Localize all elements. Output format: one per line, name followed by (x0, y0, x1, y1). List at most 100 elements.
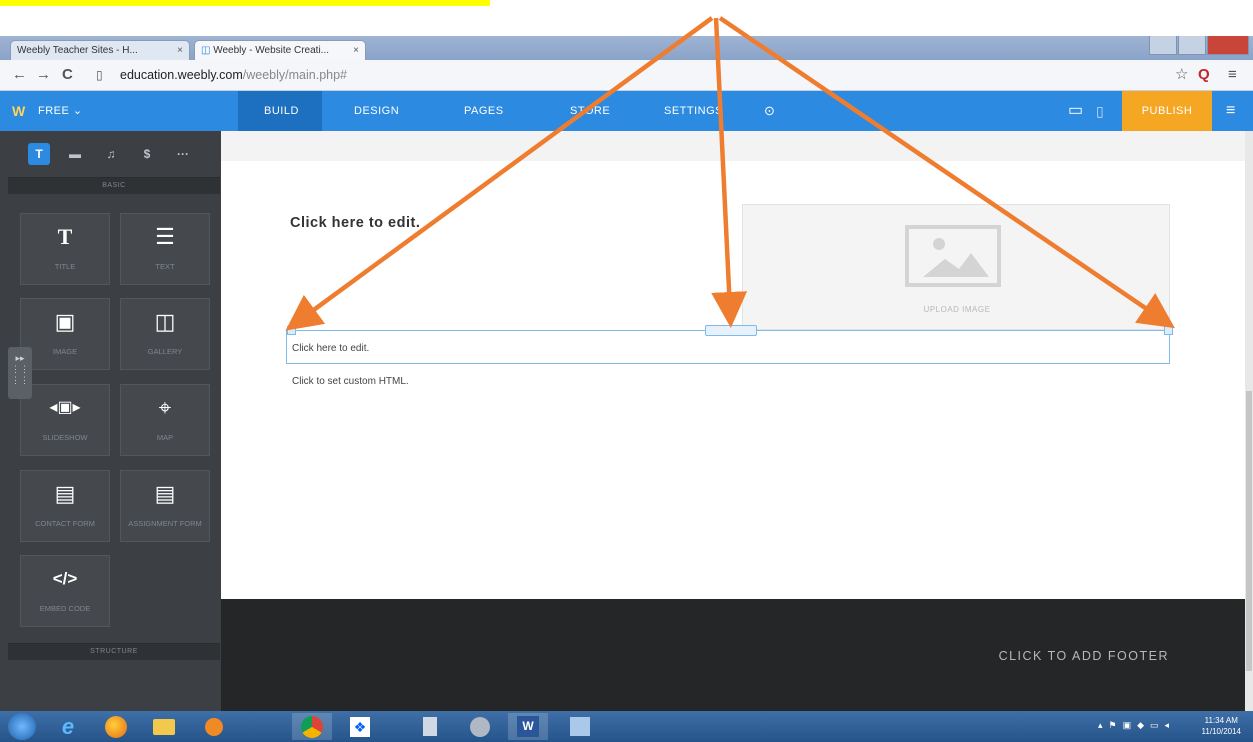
word-icon[interactable]: W (508, 713, 548, 740)
dropbox-icon[interactable]: ❖ (340, 713, 380, 740)
text-icon: ☰ (155, 224, 175, 249)
form-icon: ▤ (154, 481, 176, 506)
browser-tab-2[interactable]: ◫ Weebly - Website Creati... × (194, 40, 366, 60)
element-gallery[interactable]: ◫ GALLERY (120, 298, 210, 370)
extension-icon[interactable]: Q (1198, 64, 1210, 86)
element-label: EMBED CODE (39, 604, 91, 613)
custom-html-block[interactable]: Click to set custom HTML. (292, 376, 409, 387)
basic-section-header: BASIC (8, 177, 220, 194)
chrome-icon[interactable] (292, 713, 332, 740)
element-embed-code[interactable]: </> EMBED CODE (20, 555, 110, 627)
element-label: IMAGE (52, 347, 78, 356)
annotation-highlight (0, 0, 490, 6)
element-label: TITLE (54, 262, 76, 271)
drag-handle-icon[interactable] (287, 326, 296, 335)
image-placeholder[interactable]: UPLOAD IMAGE (742, 204, 1170, 330)
element-title[interactable]: T TITLE (20, 213, 110, 285)
code-icon: </> (52, 569, 78, 588)
close-icon[interactable]: × (353, 41, 359, 60)
editable-text[interactable]: Click here to edit. (292, 343, 369, 354)
element-label: ASSIGNMENT FORM (128, 519, 202, 528)
element-map[interactable]: ⌖ MAP (120, 384, 210, 456)
paint-icon[interactable] (460, 713, 500, 740)
tab-settings[interactable]: SETTINGS (664, 91, 723, 131)
scrollbar-thumb[interactable] (1246, 391, 1252, 671)
hamburger-menu-icon[interactable]: ≡ (1226, 91, 1236, 131)
gallery-icon: ◫ (154, 309, 176, 334)
publish-button[interactable]: PUBLISH (1122, 91, 1212, 131)
sidebar-tab-music-icon[interactable]: ♫ (100, 143, 122, 165)
desktop-view-icon[interactable]: ▭ (1068, 91, 1084, 131)
image-icon: ▣ (54, 309, 76, 334)
system-clock[interactable]: 11:34 AM 11/10/2014 (1202, 715, 1241, 737)
firefox-icon[interactable] (96, 713, 136, 740)
url-input[interactable]: education.weebly.com/weebly/main.php# (120, 64, 1160, 86)
forward-icon[interactable]: → (36, 64, 51, 86)
plan-dropdown[interactable]: FREE ⌄ (38, 91, 83, 131)
window-close-button[interactable] (1207, 36, 1249, 55)
menu-icon[interactable]: ≡ (1228, 64, 1237, 86)
sidebar-tab-media-icon[interactable]: ▬ (64, 143, 86, 165)
maximize-button[interactable] (1178, 36, 1206, 55)
document-icon[interactable] (410, 713, 450, 740)
element-slideshow[interactable]: ◂▣▸ SLIDESHOW (20, 384, 110, 456)
mobile-view-icon[interactable]: ▯ (1096, 91, 1104, 131)
tab-pages[interactable]: PAGES (464, 91, 504, 131)
browser-tab-bar: Weebly Teacher Sites - H... × ◫ Weebly - … (0, 36, 1253, 60)
folder-icon[interactable] (144, 713, 184, 740)
page-canvas (221, 131, 1245, 599)
element-label: TEXT (155, 262, 175, 271)
address-bar: ← → C ▯ education.weebly.com/weebly/main… (0, 60, 1253, 91)
element-label: GALLERY (147, 347, 183, 356)
window-controls (1148, 36, 1249, 56)
start-button[interactable] (8, 713, 36, 740)
media-player-icon[interactable] (194, 713, 234, 740)
element-label: SLIDESHOW (42, 433, 88, 442)
element-label: CONTACT FORM (35, 519, 95, 528)
image-placeholder-icon (905, 225, 1001, 287)
close-icon[interactable]: × (177, 41, 183, 60)
editor-toolbar: W FREE ⌄ BUILD DESIGN PAGES STORE SETTIN… (0, 91, 1253, 131)
form-icon: ▤ (54, 481, 76, 506)
help-icon[interactable]: ⊙ (764, 91, 775, 131)
tab-build-label[interactable]: BUILD (264, 91, 299, 131)
sidebar-tab-text-icon[interactable]: T (28, 143, 50, 165)
sidebar-collapse-handle[interactable]: ▸▸ ⋮⋮ ⋮⋮ (8, 347, 32, 399)
url-path: /weebly/main.php# (242, 68, 347, 82)
slideshow-icon: ◂▣▸ (49, 399, 81, 416)
page-icon: ▯ (96, 68, 103, 82)
tab-design[interactable]: DESIGN (354, 91, 399, 131)
header-area (221, 131, 1245, 161)
delete-element-icon[interactable] (1164, 326, 1173, 335)
editable-title[interactable]: Click here to edit. (290, 215, 420, 231)
clock-date: 11/10/2014 (1201, 727, 1241, 736)
sidebar-tab-more-icon[interactable]: ··· (172, 143, 194, 165)
add-footer-label[interactable]: CLICK TO ADD FOOTER (999, 649, 1169, 663)
element-image[interactable]: ▣ IMAGE (20, 298, 110, 370)
map-pin-icon: ⌖ (158, 395, 172, 420)
weebly-logo-icon[interactable]: W (12, 91, 26, 131)
page-scrollbar[interactable] (1245, 131, 1253, 711)
tab-store[interactable]: STORE (570, 91, 610, 131)
upload-image-label: UPLOAD IMAGE (923, 305, 991, 314)
back-icon[interactable]: ← (12, 64, 27, 86)
weebly-favicon-icon: ◫ (201, 45, 214, 56)
structure-section-header: STRUCTURE (8, 643, 220, 660)
reload-icon[interactable]: C (62, 64, 73, 86)
tab-label: Weebly Teacher Sites - H... (17, 45, 138, 56)
snipping-tool-icon[interactable] (560, 713, 600, 740)
sidebar-tab-commerce-icon[interactable]: $ (136, 143, 158, 165)
elements-sidebar: T ▬ ♫ $ ··· BASIC T TITLE ☰ TEXT ▣ IMAGE ◫ G… (0, 131, 221, 711)
system-tray-icons[interactable]: ▴⚑▣◆▭◂ (1098, 720, 1175, 731)
browser-tab-1[interactable]: Weebly Teacher Sites - H... × (10, 40, 190, 60)
internet-explorer-icon[interactable]: e (48, 713, 88, 740)
resize-handle[interactable] (705, 325, 757, 336)
tab-label: Weebly - Website Creati... (213, 45, 330, 56)
element-contact-form[interactable]: ▤ CONTACT FORM (20, 470, 110, 542)
minimize-button[interactable] (1149, 36, 1177, 55)
element-text[interactable]: ☰ TEXT (120, 213, 210, 285)
element-assignment-form[interactable]: ▤ ASSIGNMENT FORM (120, 470, 210, 542)
star-icon[interactable]: ☆ (1175, 64, 1188, 86)
windows-taskbar: e ❖ W ▴⚑▣◆▭◂ 11:34 AM 11/10/2014 (0, 711, 1253, 742)
url-host: education.weebly.com (120, 68, 243, 82)
